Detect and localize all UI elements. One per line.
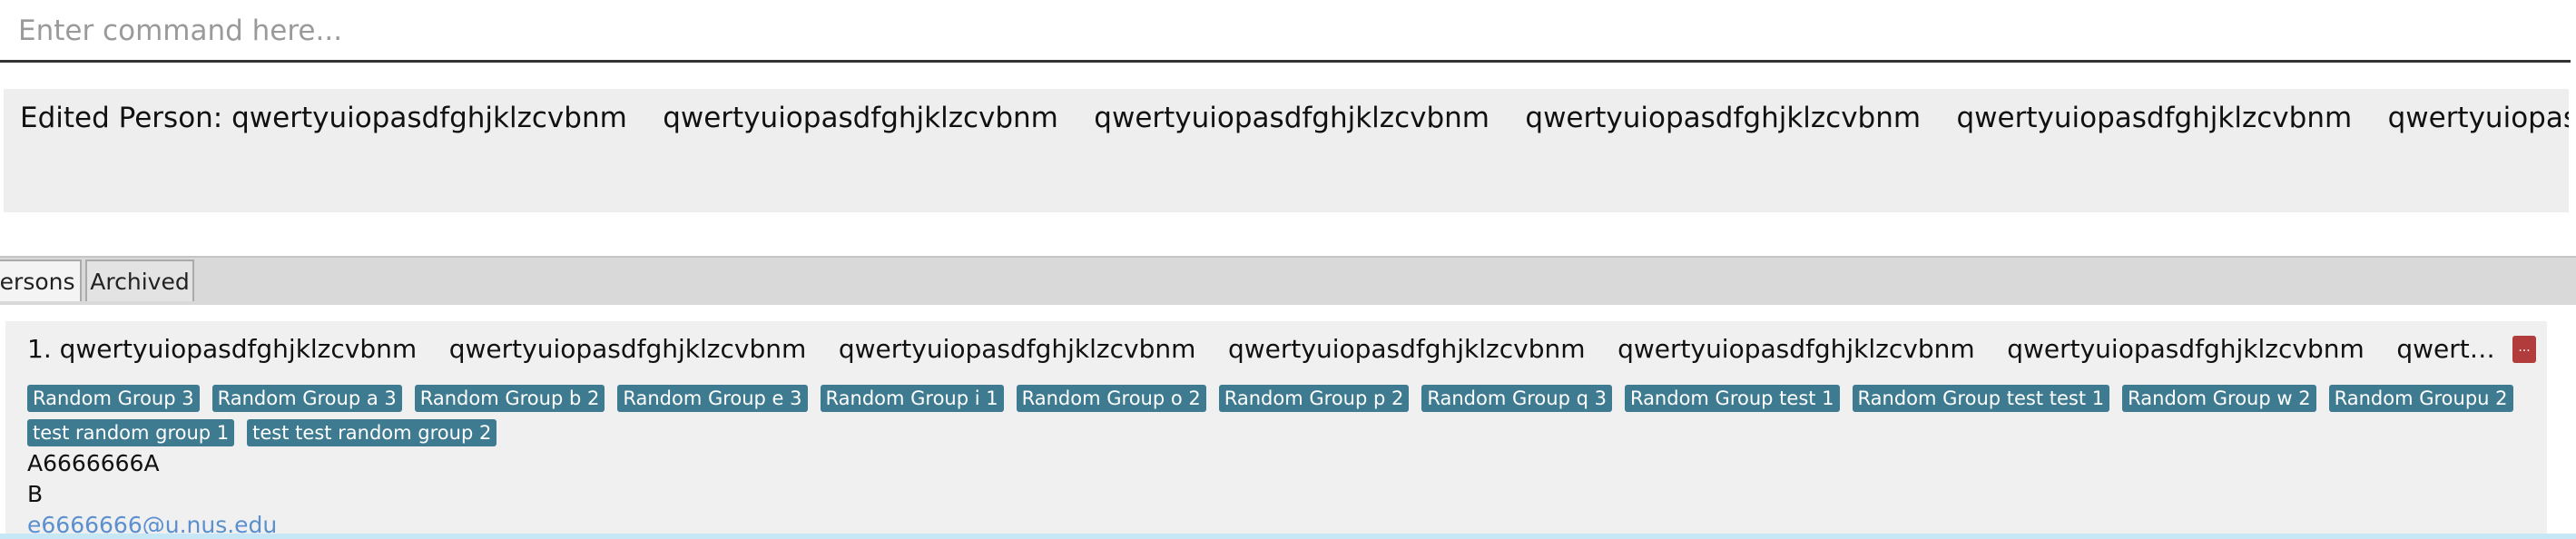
delete-button[interactable]: ... — [2512, 336, 2536, 363]
tag: Random Group o 2 — [1016, 385, 1206, 412]
tag: Random Group p 2 — [1218, 385, 1410, 412]
result-message: Edited Person: qwertyuiopasdfghjklzcvbnm… — [20, 102, 2569, 134]
tag: Random Group q 3 — [1421, 385, 1612, 412]
tag: Random Groupu 2 — [2328, 385, 2513, 412]
person-list: 1. qwertyuiopasdfghjklzcvbnm qwertyuiopa… — [0, 305, 2576, 539]
tab-bar: Persons Archived — [0, 256, 2576, 307]
tab-archived[interactable]: Archived — [85, 260, 194, 301]
next-card-edge — [0, 534, 2576, 539]
tag: Random Group test 1 — [1624, 385, 1840, 412]
person-card[interactable]: 1. qwertyuiopasdfghjklzcvbnm qwertyuiopa… — [5, 321, 2547, 539]
telegram-handle: B — [27, 481, 44, 507]
command-box — [0, 0, 2571, 63]
tag: Random Group 3 — [27, 385, 200, 412]
app-window: Edited Person: qwertyuiopasdfghjklzcvbnm… — [0, 0, 2576, 539]
person-index: 1. — [27, 334, 52, 364]
person-name-row: 1. qwertyuiopasdfghjklzcvbnm qwertyuiopa… — [27, 334, 2502, 364]
result-display: Edited Person: qwertyuiopasdfghjklzcvbnm… — [4, 89, 2569, 212]
tag: Random Group i 1 — [820, 385, 1004, 412]
tag-list: Random Group 3 Random Group a 3 Random G… — [27, 385, 2514, 446]
student-id: A6666666A — [27, 450, 160, 476]
tag: test random group 1 — [27, 419, 235, 446]
tag: Random Group b 2 — [414, 385, 605, 412]
tag: Random Group test test 1 — [1852, 385, 2110, 412]
command-input[interactable] — [18, 9, 2551, 53]
tab-persons[interactable]: Persons — [0, 260, 82, 301]
person-name: qwertyuiopasdfghjklzcvbnm qwertyuiopasdf… — [59, 334, 2502, 364]
tag: Random Group w 2 — [2122, 385, 2316, 412]
tag: test test random group 2 — [247, 419, 497, 446]
tag: Random Group e 3 — [617, 385, 808, 412]
tag: Random Group a 3 — [211, 385, 402, 412]
